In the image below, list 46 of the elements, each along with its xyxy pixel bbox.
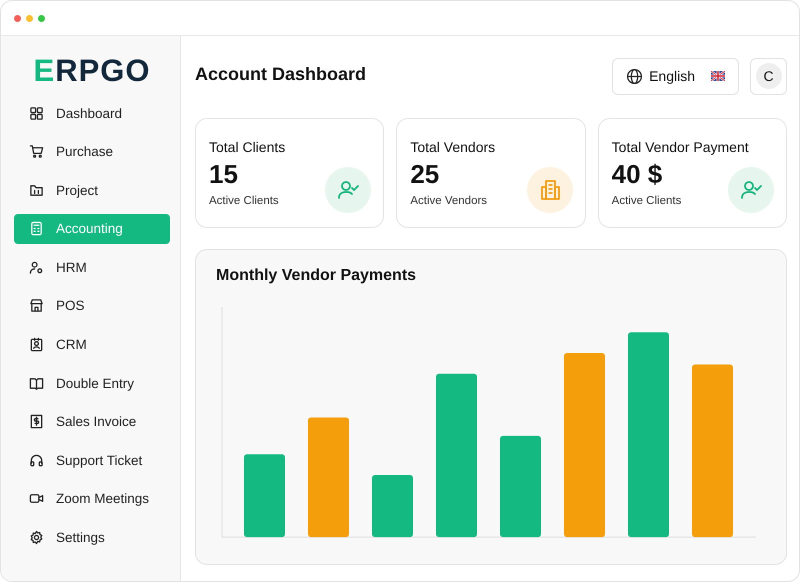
book-icon — [29, 376, 44, 391]
card-title: Total Vendor Payment — [612, 139, 750, 155]
card-title: Total Clients — [209, 139, 286, 155]
sidebar-item[interactable]: Sales Invoice — [14, 406, 170, 437]
sidebar-item[interactable]: Purchase — [14, 136, 170, 167]
page-title: Account Dashboard — [195, 64, 366, 84]
user-gear-icon — [29, 260, 44, 275]
settings-icon — [29, 530, 44, 546]
building-icon — [526, 167, 573, 213]
card-value: 25 — [410, 159, 440, 190]
card-caption: Active Vendors — [410, 195, 488, 207]
calculator-icon — [29, 221, 44, 236]
contact-card-icon — [29, 337, 44, 352]
card-value: 40 $ — [612, 159, 664, 190]
card-caption: Active Clients — [209, 195, 280, 207]
grid-icon — [29, 106, 44, 120]
globe-icon — [626, 68, 644, 84]
sidebar-item[interactable]: Project — [14, 175, 170, 206]
sidebar-item[interactable]: CRM — [14, 330, 170, 360]
sidebar-item[interactable]: Support Ticket — [14, 445, 170, 476]
uk-flag-icon — [711, 71, 725, 81]
close-dot[interactable] — [14, 14, 21, 22]
cart-icon — [29, 144, 44, 160]
user-check-icon — [325, 167, 372, 213]
sidebar-item[interactable]: HRM — [14, 252, 170, 282]
sidebar-item[interactable]: Double Entry — [14, 368, 170, 398]
card-caption: Active Clients — [612, 195, 682, 207]
language-button[interactable]: English — [612, 58, 739, 94]
headset-icon — [29, 452, 44, 468]
sidebar-item[interactable]: POS — [14, 290, 170, 321]
maximize-dot[interactable] — [38, 14, 45, 22]
dollar-document-icon — [29, 414, 44, 430]
sidebar-item[interactable]: Settings — [14, 522, 170, 553]
logo: ERPGO — [32, 53, 152, 89]
chart-title: Monthly Vendor Payments — [216, 267, 418, 285]
account-button[interactable]: C — [750, 58, 787, 94]
avatar: C — [756, 63, 782, 89]
folder-icon — [29, 182, 44, 198]
card-value: 15 — [209, 159, 239, 190]
sidebar-item[interactable]: Zoom Meetings — [14, 484, 170, 514]
user-check-icon — [728, 167, 774, 213]
sidebar-item[interactable]: Dashboard — [14, 98, 170, 128]
store-icon — [29, 298, 44, 314]
card-title: Total Vendors — [410, 139, 496, 155]
minimize-dot[interactable] — [26, 14, 33, 22]
chart-bar — [372, 474, 413, 538]
